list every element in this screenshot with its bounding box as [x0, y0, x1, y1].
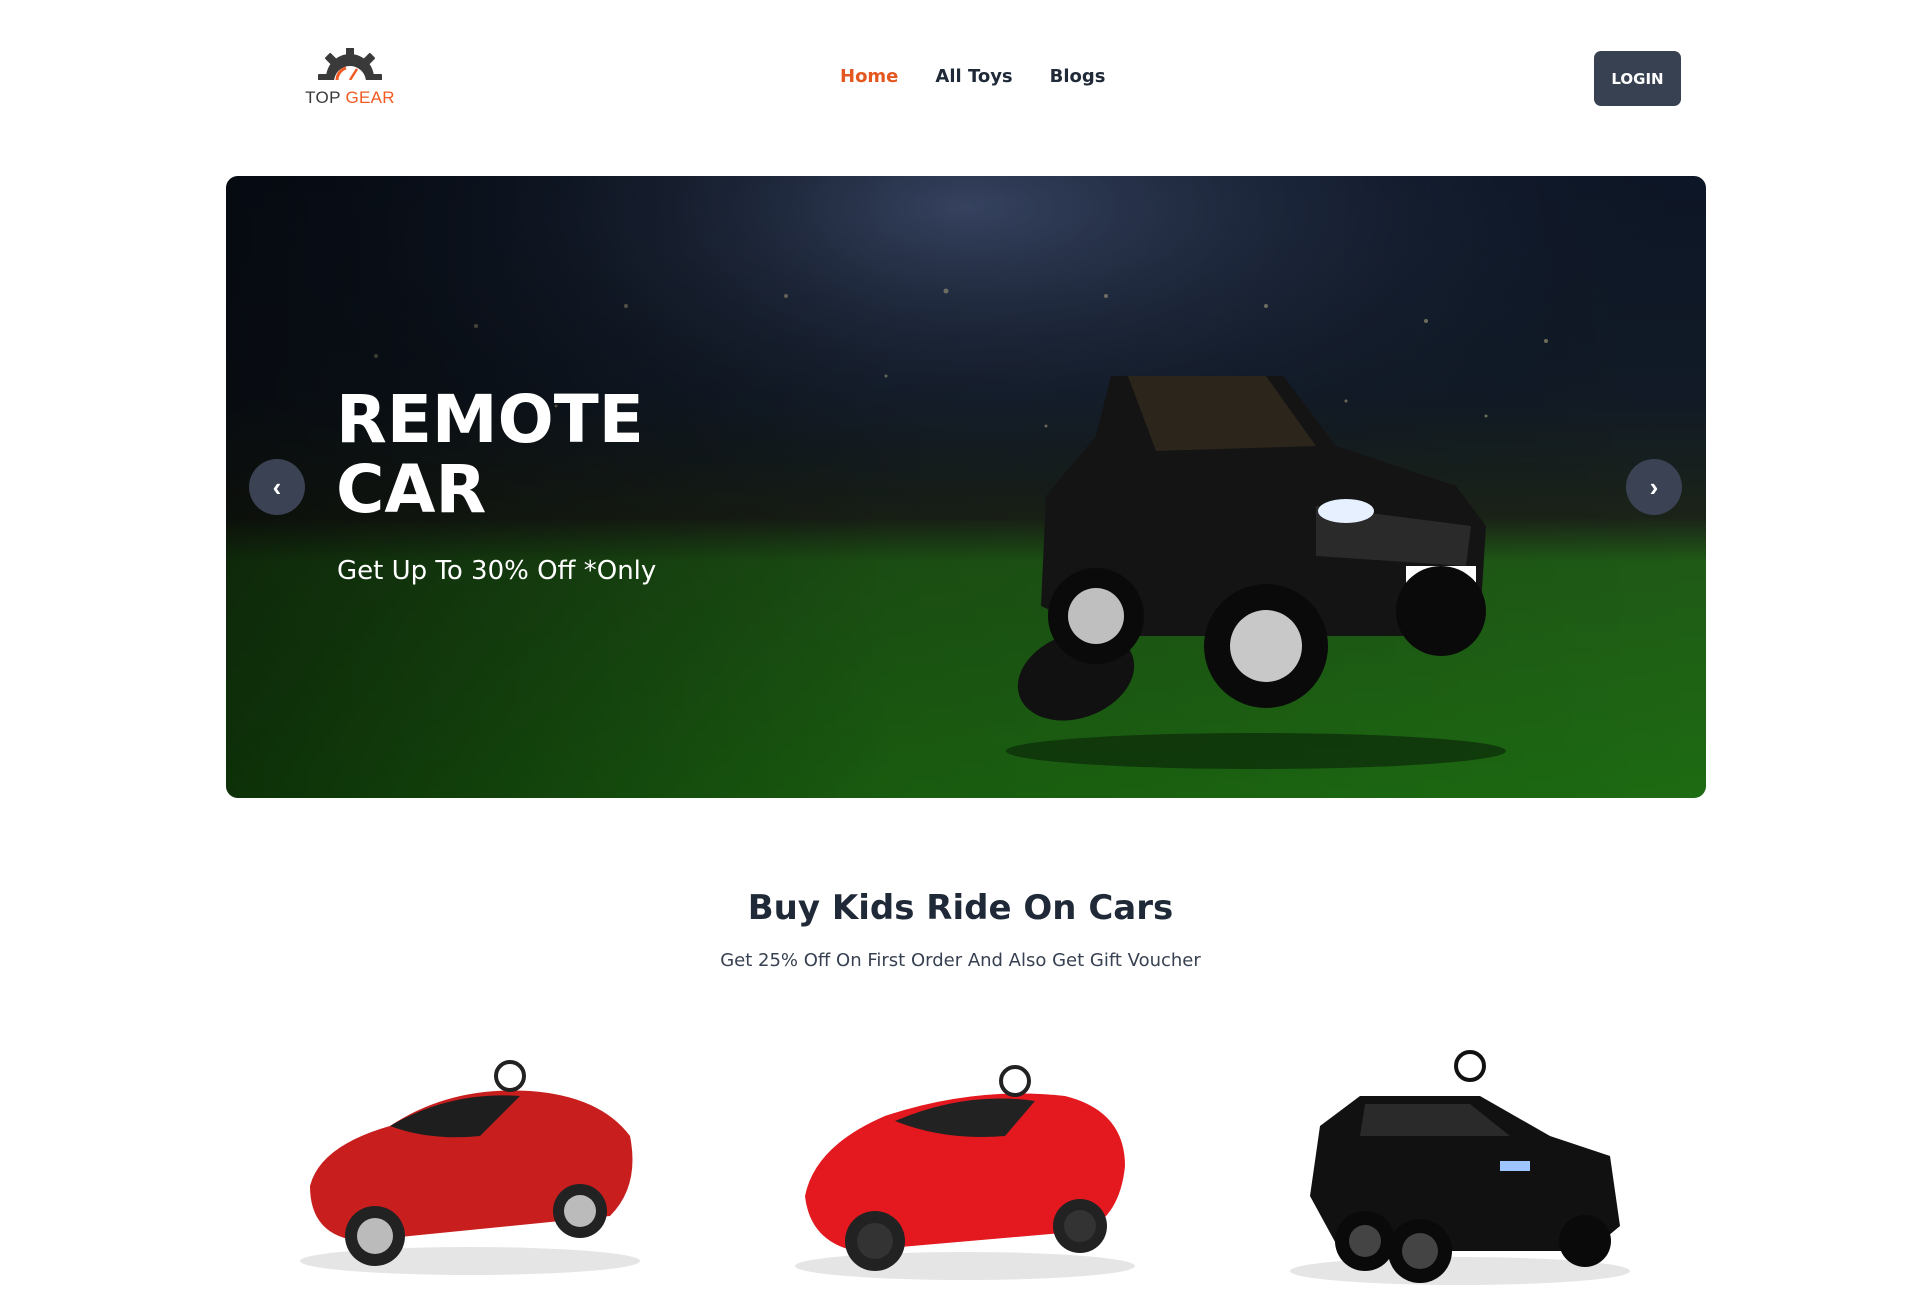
product-grid: [280, 996, 1650, 1306]
red-sports-ride-on-car-image: [795, 1065, 1135, 1280]
hero-title-line1: REMOTE: [336, 381, 644, 458]
black-truck-image: [1006, 376, 1506, 769]
chevron-right-icon: ›: [1649, 471, 1659, 502]
nav-all-toys[interactable]: All Toys: [935, 64, 1012, 90]
hero-title-line2: CAR: [336, 451, 487, 528]
brand-name-part2: GEAR: [345, 88, 395, 107]
hero-carousel: REMOTE CAR Get Up To 30% Off *Only ‹ ›: [226, 176, 1706, 798]
product-card[interactable]: [775, 996, 1155, 1306]
section-subtitle: Get 25% Off On First Order And Also Get …: [720, 950, 1201, 971]
login-button[interactable]: LOGIN: [1594, 51, 1681, 106]
section-title: Buy Kids Ride On Cars: [747, 888, 1174, 928]
product-card[interactable]: [1270, 996, 1650, 1306]
carousel-prev-button[interactable]: ‹: [249, 459, 305, 515]
brand-name: TOP GEAR: [300, 88, 400, 108]
main-nav: Home All Toys Blogs: [840, 64, 1143, 90]
brand-logo[interactable]: TOP GEAR: [300, 48, 400, 110]
gear-speedometer-icon: [310, 48, 390, 90]
carousel-next-button[interactable]: ›: [1626, 459, 1682, 515]
brand-name-part1: TOP: [305, 88, 346, 107]
product-card[interactable]: [280, 996, 660, 1306]
red-tesla-ride-on-car-image: [300, 1060, 640, 1275]
nav-blogs[interactable]: Blogs: [1050, 64, 1106, 90]
nav-home[interactable]: Home: [840, 64, 898, 90]
black-suv-ride-on-car-image: [1290, 1050, 1630, 1285]
navbar: TOP GEAR Home All Toys Blogs LOGIN: [0, 0, 1921, 160]
hero-title: REMOTE CAR: [336, 385, 736, 525]
chevron-left-icon: ‹: [272, 471, 282, 502]
hero-subtitle: Get Up To 30% Off *Only: [337, 556, 657, 586]
